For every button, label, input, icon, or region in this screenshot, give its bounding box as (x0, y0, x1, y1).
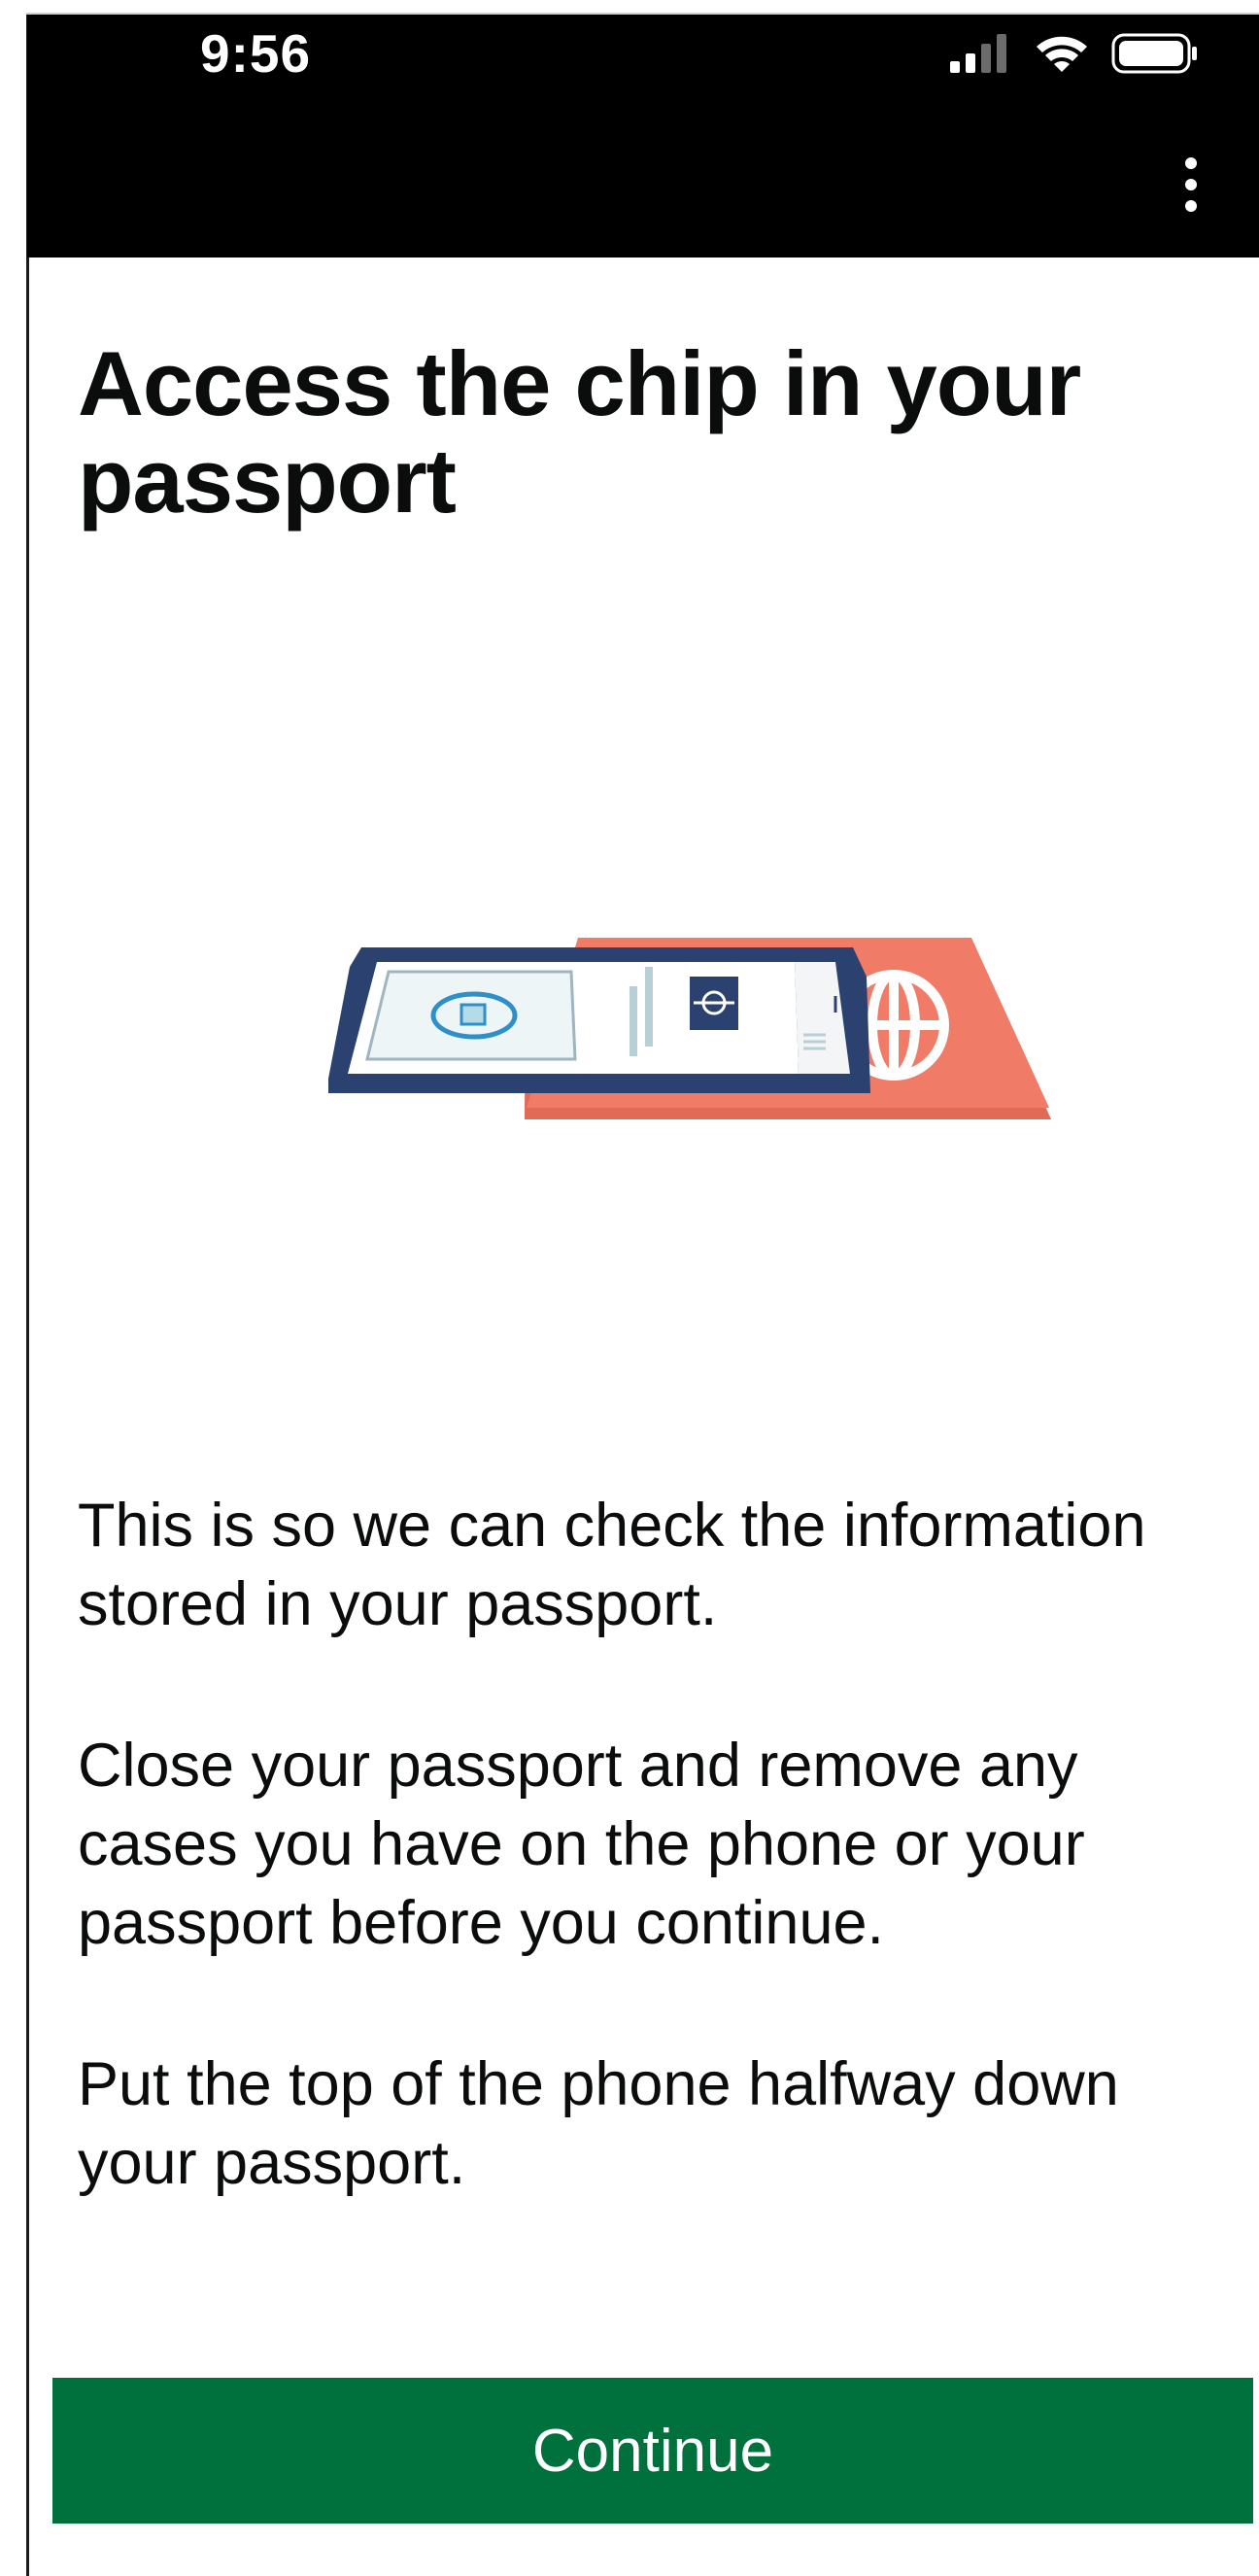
wifi-icon (1037, 36, 1087, 72)
app-bar (27, 112, 1259, 258)
paragraph-purpose: This is so we can check the information … (78, 1492, 1146, 1638)
more-vertical-icon (1185, 157, 1197, 212)
battery-icon (1111, 33, 1197, 74)
phone-on-passport-illustration (328, 938, 1051, 1119)
paragraph-phone-position: Put the top of the phone halfway down yo… (78, 2050, 1119, 2197)
status-bar: 9:56 (27, 15, 1259, 112)
status-time: 9:56 (200, 23, 312, 84)
screen: 9:56 Access the chip in your passport Th… (0, 0, 1259, 2576)
more-options-button[interactable] (1162, 151, 1220, 219)
left-border-divider (26, 15, 29, 2576)
status-icons (948, 32, 1199, 75)
paragraph-close-passport: Close your passport and remove any cases… (78, 1732, 1085, 1957)
continue-button[interactable]: Continue (52, 2378, 1253, 2524)
page-title: Access the chip in your passport (78, 332, 1081, 532)
signal-icon (950, 34, 1006, 73)
